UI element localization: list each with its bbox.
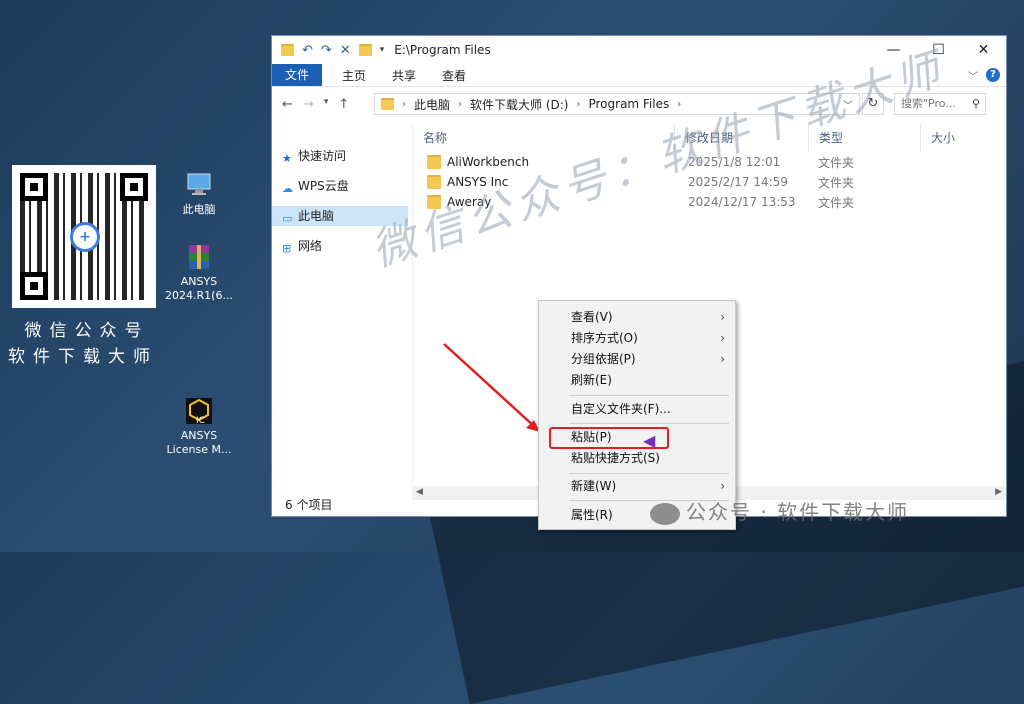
file-type: 文件夹 bbox=[818, 155, 855, 170]
chevron-right-icon: › bbox=[720, 352, 725, 366]
qr-caption-line1: 微信公众号 bbox=[24, 321, 150, 341]
menu-item-sort[interactable]: 排序方式(O) › bbox=[539, 328, 735, 348]
folder-icon bbox=[427, 155, 441, 169]
menu-item-view[interactable]: 查看(V) › bbox=[539, 307, 735, 327]
menu-item-label: 新建(W) bbox=[571, 479, 617, 493]
tab-home[interactable]: 主页 bbox=[336, 67, 372, 84]
menu-item-label: 分组依据(P) bbox=[571, 352, 636, 366]
nav-item-label: 快速访问 bbox=[298, 149, 347, 163]
desktop-icon-label: 此电脑 bbox=[182, 203, 216, 216]
ansys-license-icon: IC bbox=[184, 396, 214, 426]
menu-item-paste-shortcut[interactable]: 粘贴快捷方式(S) bbox=[539, 448, 735, 468]
chevron-right-icon: › bbox=[720, 310, 725, 324]
delete-icon[interactable]: ✕ bbox=[340, 43, 351, 58]
star-icon: ★ bbox=[282, 152, 292, 165]
menu-item-group[interactable]: 分组依据(P) › bbox=[539, 349, 735, 369]
nav-item-wps-cloud[interactable]: ☁ WPS云盘 bbox=[272, 176, 408, 196]
up-icon[interactable]: ↑ bbox=[338, 97, 349, 112]
redo-icon[interactable]: ↷ bbox=[321, 43, 332, 58]
watermark-bottom: 公众号 · 软件下载大师 bbox=[650, 496, 909, 525]
quick-access-dropdown-icon[interactable]: ▾ bbox=[380, 45, 385, 55]
recent-dropdown-icon[interactable]: ▾ bbox=[324, 97, 329, 112]
menu-separator bbox=[569, 395, 729, 396]
file-type: 文件夹 bbox=[818, 195, 855, 210]
desktop-icon-ansys-license[interactable]: IC ANSYS License M... bbox=[164, 396, 234, 457]
cloud-icon: ☁ bbox=[282, 182, 293, 195]
desktop-icon-label: ANSYS 2024.R1(6... bbox=[165, 275, 233, 302]
desktop-icon-ansys-installer[interactable]: ANSYS 2024.R1(6... bbox=[164, 242, 234, 303]
undo-icon[interactable]: ↶ bbox=[302, 43, 313, 58]
winrar-archive-icon bbox=[184, 242, 214, 272]
menu-item-label: 粘贴快捷方式(S) bbox=[571, 451, 660, 465]
qr-caption-line2: 软件下载大师 bbox=[8, 347, 158, 367]
help-icon[interactable]: ? bbox=[986, 68, 1000, 82]
chevron-right-icon: › bbox=[720, 479, 725, 493]
breadcrumb-drive[interactable]: 软件下载大师 (D:) bbox=[470, 96, 568, 113]
wechat-icon bbox=[650, 502, 680, 525]
search-icon: ⚲ bbox=[971, 97, 980, 110]
computer-icon bbox=[184, 170, 214, 200]
breadcrumb-this-pc[interactable]: 此电脑 bbox=[414, 96, 450, 113]
menu-item-refresh[interactable]: 刷新(E) bbox=[539, 370, 735, 390]
qr-logo-icon: + bbox=[70, 222, 100, 252]
folder-icon bbox=[427, 175, 441, 189]
folder-icon bbox=[281, 44, 294, 56]
window-title: E:\Program Files bbox=[394, 43, 491, 57]
tab-view[interactable]: 查看 bbox=[436, 67, 472, 84]
menu-item-label: 自定义文件夹(F)... bbox=[571, 402, 671, 416]
close-icon[interactable]: ✕ bbox=[961, 42, 1006, 58]
qr-code: + bbox=[12, 165, 156, 308]
network-icon: ⊞ bbox=[282, 242, 292, 255]
desktop-icon-label: ANSYS License M... bbox=[166, 429, 232, 456]
menu-item-new[interactable]: 新建(W) › bbox=[539, 476, 735, 496]
file-type: 文件夹 bbox=[818, 175, 855, 190]
menu-item-label: 刷新(E) bbox=[571, 373, 612, 387]
menu-item-customize-folder[interactable]: 自定义文件夹(F)... bbox=[539, 399, 735, 419]
menu-item-label: 排序方式(O) bbox=[571, 331, 638, 345]
svg-text:IC: IC bbox=[196, 416, 205, 426]
menu-separator bbox=[569, 423, 729, 424]
mouse-cursor-icon: ◀ bbox=[643, 431, 656, 450]
column-header-size[interactable]: 大小 bbox=[921, 124, 1007, 152]
item-count: 6 个项目 bbox=[285, 498, 333, 512]
computer-icon: ▭ bbox=[282, 212, 293, 225]
file-date: 2024/12/17 13:53 bbox=[688, 195, 796, 209]
folder-icon bbox=[381, 98, 394, 110]
desktop-icon-this-pc[interactable]: 此电脑 bbox=[164, 170, 234, 217]
breadcrumb-program-files[interactable]: Program Files bbox=[588, 97, 669, 111]
new-folder-icon[interactable] bbox=[358, 44, 372, 56]
back-icon[interactable]: ← bbox=[282, 97, 293, 112]
red-arrow-annotation bbox=[443, 343, 540, 432]
file-date: 2025/2/17 14:59 bbox=[688, 175, 788, 189]
watermark-bottom-text: 公众号 · 软件下载大师 bbox=[686, 500, 910, 524]
menu-separator bbox=[569, 473, 729, 474]
tab-file[interactable]: 文件 bbox=[272, 64, 322, 86]
nav-item-label: WPS云盘 bbox=[298, 179, 349, 193]
chevron-right-icon: › bbox=[720, 331, 725, 345]
nav-item-label: 网络 bbox=[298, 239, 323, 253]
nav-item-quick-access[interactable]: ★ 快速访问 bbox=[272, 146, 408, 166]
tab-share[interactable]: 共享 bbox=[386, 67, 422, 84]
forward-icon[interactable]: → bbox=[303, 97, 314, 112]
ribbon-expand-icon[interactable]: ﹀ bbox=[968, 68, 978, 83]
menu-item-label: 属性(R) bbox=[571, 508, 613, 522]
menu-item-label: 查看(V) bbox=[571, 310, 613, 324]
nav-item-label: 此电脑 bbox=[298, 209, 335, 223]
